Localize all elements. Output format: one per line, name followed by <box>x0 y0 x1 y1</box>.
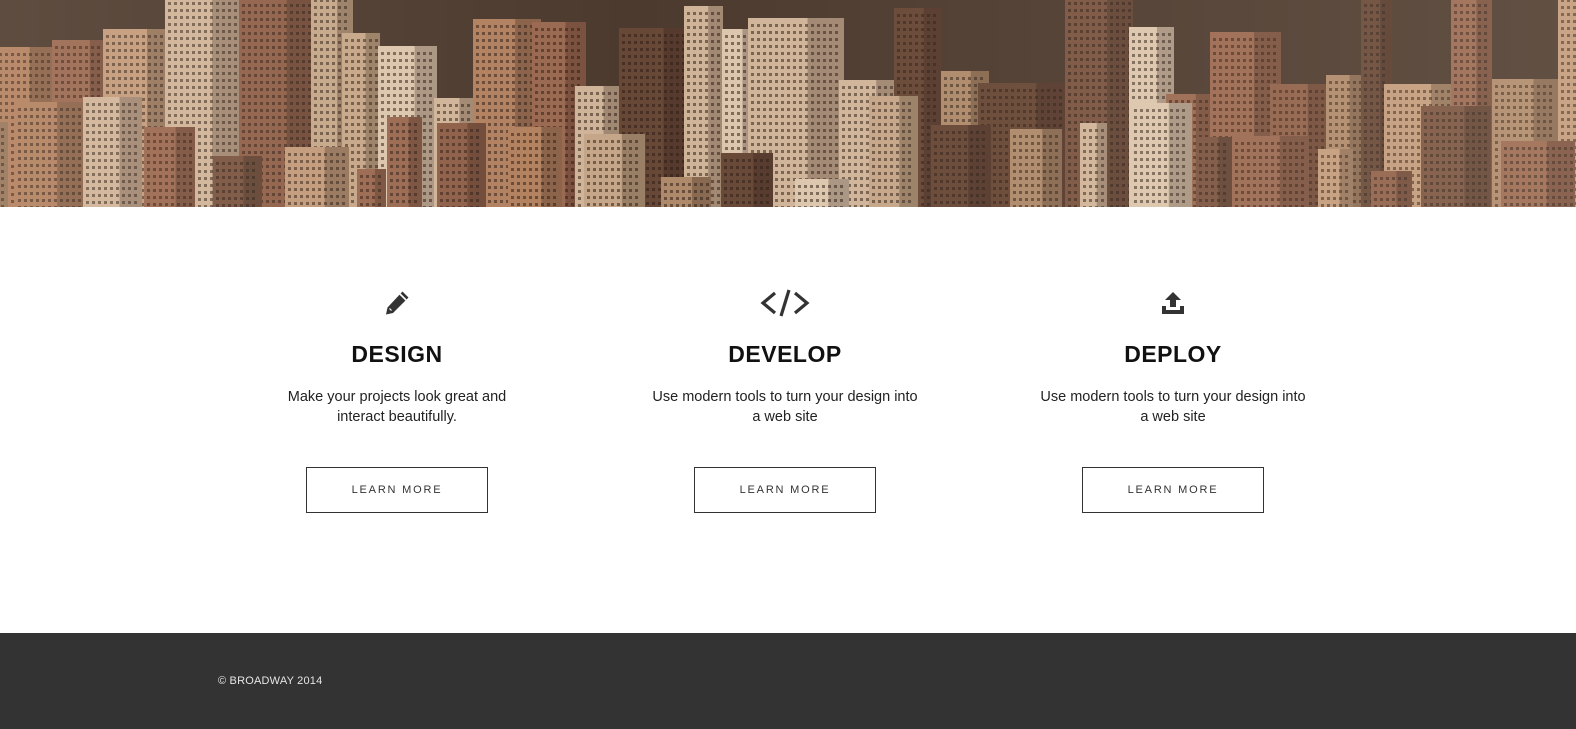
feature-develop: DEVELOP Use modern tools to turn your de… <box>635 287 935 513</box>
feature-title: DESIGN <box>351 341 443 367</box>
upload-icon <box>1023 287 1323 319</box>
feature-description: Use modern tools to turn your design int… <box>1040 389 1306 425</box>
feature-description: Make your projects look great and intera… <box>287 389 507 425</box>
footer: © BROADWAY 2014 <box>0 633 1576 729</box>
features-section: DESIGN Make your projects look great and… <box>0 207 1576 633</box>
copyright-text: © BROADWAY 2014 <box>218 675 323 687</box>
code-icon <box>635 287 935 319</box>
hero-image <box>0 0 1576 207</box>
learn-more-button-design[interactable]: LEARN MORE <box>306 467 488 513</box>
feature-design: DESIGN Make your projects look great and… <box>247 287 547 513</box>
feature-title: DEVELOP <box>728 341 842 367</box>
feature-title: DEPLOY <box>1124 341 1222 367</box>
pencil-icon <box>247 287 547 319</box>
learn-more-button-develop[interactable]: LEARN MORE <box>694 467 876 513</box>
feature-deploy: DEPLOY Use modern tools to turn your des… <box>1023 287 1323 513</box>
learn-more-button-deploy[interactable]: LEARN MORE <box>1082 467 1264 513</box>
feature-description: Use modern tools to turn your design int… <box>652 389 918 425</box>
